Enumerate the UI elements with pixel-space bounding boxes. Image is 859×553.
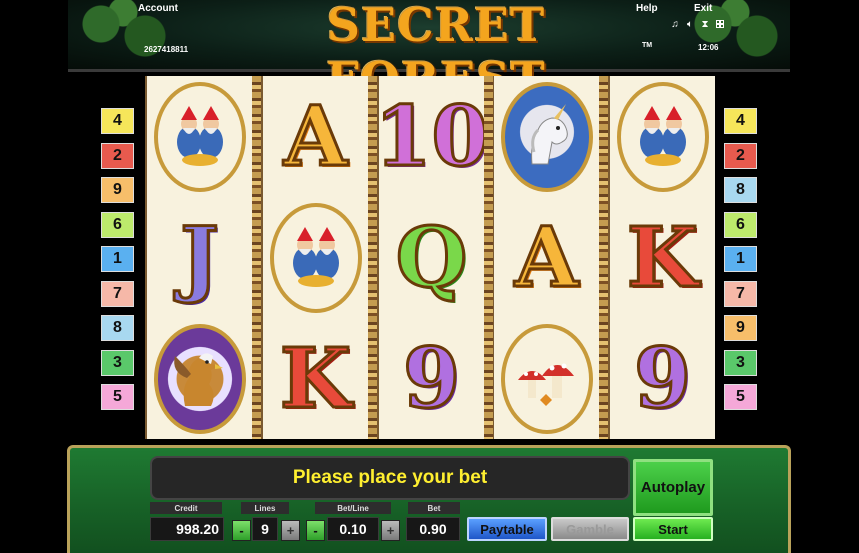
symbol-text: 10 bbox=[373, 88, 490, 185]
reel-5: K9 bbox=[610, 76, 715, 439]
symbol-text: A bbox=[513, 209, 580, 306]
bet-label: Bet bbox=[408, 502, 460, 514]
lines-value: 9 bbox=[252, 517, 278, 541]
line-indicator-left[interactable]: 2 bbox=[101, 142, 134, 169]
symbol-letter: A bbox=[497, 203, 597, 313]
hourglass-icon[interactable]: ⧗ bbox=[700, 19, 710, 30]
line-indicator-left[interactable]: 5 bbox=[101, 384, 134, 410]
symbol-letter: 10 bbox=[373, 82, 490, 192]
symbol-gnomes bbox=[613, 81, 713, 192]
control-panel: Please place your bet Credit 998.20 Line… bbox=[67, 445, 791, 553]
autoplay-button[interactable]: Autoplay bbox=[633, 459, 713, 516]
game-header: Account 2627418811 SECRET FOREST TM Help… bbox=[68, 0, 790, 106]
line-indicator-left[interactable]: 4 bbox=[101, 108, 134, 134]
reel-2: AK bbox=[263, 76, 368, 439]
line-indicators-right: 4 2 8 6 1 7 9 3 5 bbox=[724, 108, 757, 410]
bet-value: 0.90 bbox=[406, 517, 460, 541]
symbol-gnomes bbox=[150, 81, 250, 192]
gnomes-icon bbox=[269, 202, 362, 313]
reel-divider bbox=[484, 76, 493, 439]
reel-3: 10 Q 9 bbox=[373, 76, 490, 439]
reel-area: J A K 10 Q 9 A K 9 bbox=[145, 76, 715, 439]
symbol-letter: K bbox=[613, 203, 713, 313]
bet-per-line-label: Bet/Line bbox=[315, 502, 391, 514]
fullscreen-icon[interactable] bbox=[715, 19, 725, 29]
account-link[interactable]: Account bbox=[138, 3, 178, 14]
symbol-gnomes bbox=[266, 202, 366, 313]
exit-link[interactable]: Exit bbox=[694, 3, 712, 14]
symbol-letter: K bbox=[266, 324, 366, 434]
symbol-text: K bbox=[278, 330, 352, 427]
betline-increase-button[interactable]: + bbox=[381, 520, 400, 541]
credit-value: 998.20 bbox=[150, 517, 224, 541]
symbol-letter: 9 bbox=[382, 324, 482, 434]
mushrooms-icon bbox=[500, 323, 593, 434]
griffin-icon bbox=[153, 323, 246, 434]
symbol-letter: Q bbox=[382, 203, 482, 313]
help-link[interactable]: Help bbox=[636, 3, 658, 14]
symbol-text: 9 bbox=[401, 330, 461, 427]
symbol-letter: J bbox=[150, 203, 250, 313]
gnomes-icon bbox=[153, 81, 246, 192]
line-indicator-right[interactable]: 6 bbox=[724, 211, 757, 238]
unicorn-icon bbox=[500, 81, 593, 192]
line-indicator-right[interactable]: 3 bbox=[724, 349, 757, 376]
line-indicator-left[interactable]: 9 bbox=[101, 177, 134, 203]
line-indicator-right[interactable]: 5 bbox=[724, 384, 757, 410]
paytable-button[interactable]: Paytable bbox=[467, 517, 547, 541]
line-indicator-right[interactable]: 2 bbox=[724, 142, 757, 169]
line-indicator-left[interactable]: 1 bbox=[101, 246, 134, 272]
line-indicator-right[interactable]: 9 bbox=[724, 315, 757, 341]
line-indicator-left[interactable]: 7 bbox=[101, 280, 134, 307]
account-number: 2627418811 bbox=[144, 45, 189, 54]
clock-time: 12:06 bbox=[698, 43, 719, 52]
line-indicator-right[interactable]: 1 bbox=[724, 246, 757, 272]
reel-1: J bbox=[147, 76, 252, 439]
symbol-text: A bbox=[282, 88, 349, 185]
symbol-text: K bbox=[625, 209, 699, 306]
music-icon[interactable]: ♫ bbox=[670, 19, 680, 30]
bet-per-line-value: 0.10 bbox=[327, 517, 379, 541]
symbol-griffin bbox=[150, 323, 250, 434]
line-indicator-right[interactable]: 7 bbox=[724, 280, 757, 307]
symbol-unicorn bbox=[497, 81, 597, 192]
symbol-text: Q bbox=[394, 209, 468, 306]
betline-decrease-button[interactable]: - bbox=[306, 520, 325, 541]
symbol-letter: 9 bbox=[613, 324, 713, 434]
status-message: Please place your bet bbox=[150, 456, 630, 500]
lines-increase-button[interactable]: + bbox=[281, 520, 300, 541]
symbol-text: J bbox=[179, 209, 221, 306]
gnomes-icon bbox=[616, 81, 709, 192]
reel-4: A bbox=[494, 76, 599, 439]
symbol-text: 9 bbox=[632, 330, 692, 427]
lines-decrease-button[interactable]: - bbox=[232, 520, 251, 541]
symbol-letter: A bbox=[266, 82, 366, 192]
trademark-mark: TM bbox=[642, 42, 653, 49]
line-indicators-left: 4 2 9 6 1 7 8 3 5 bbox=[101, 108, 134, 410]
gamble-button[interactable]: Gamble bbox=[551, 517, 629, 541]
start-button[interactable]: Start bbox=[633, 517, 713, 541]
header-icon-bar: ♫ 🔈︎ ⧗ bbox=[670, 19, 725, 30]
speaker-icon[interactable]: 🔈︎ bbox=[685, 19, 695, 30]
lines-label: Lines bbox=[241, 502, 289, 514]
line-indicator-left[interactable]: 8 bbox=[101, 315, 134, 341]
line-indicator-right[interactable]: 4 bbox=[724, 108, 757, 134]
credit-label: Credit bbox=[150, 502, 222, 514]
line-indicator-left[interactable]: 6 bbox=[101, 211, 134, 238]
reel-divider bbox=[368, 76, 377, 439]
reel-divider bbox=[599, 76, 608, 439]
reel-divider bbox=[252, 76, 261, 439]
line-indicator-right[interactable]: 8 bbox=[724, 177, 757, 203]
symbol-mushrooms bbox=[497, 323, 597, 434]
line-indicator-left[interactable]: 3 bbox=[101, 349, 134, 376]
